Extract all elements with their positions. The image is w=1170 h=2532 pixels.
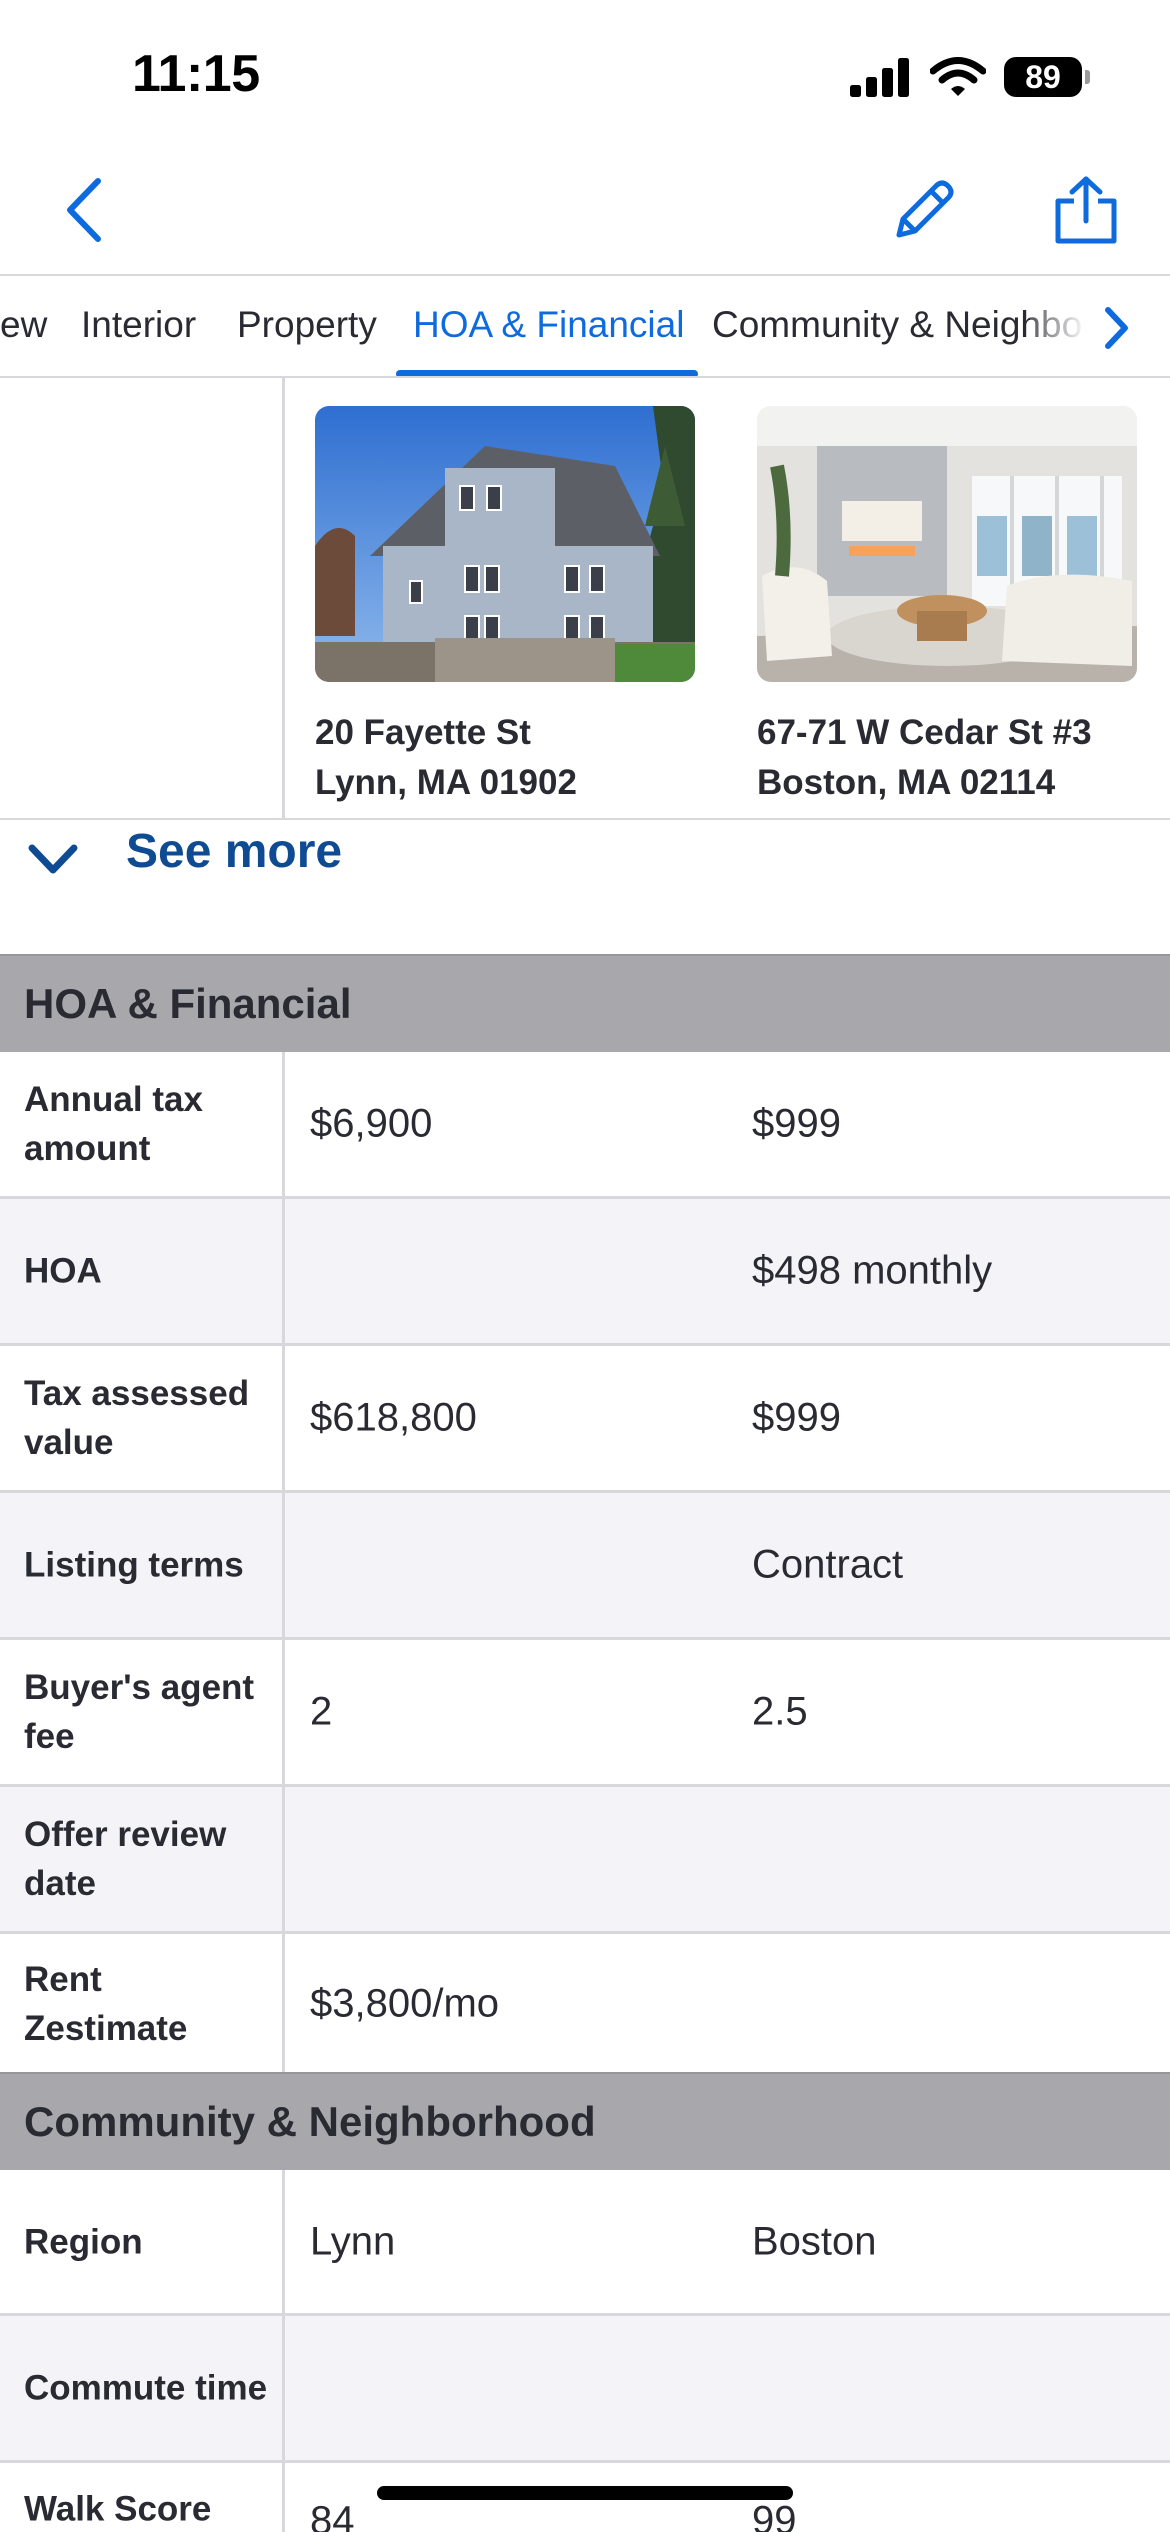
- row-label: Commute time: [24, 2368, 268, 2408]
- section-header-hoa-financial: HOA & Financial: [0, 954, 1170, 1052]
- see-more-label: See more: [126, 825, 343, 878]
- back-button[interactable]: [44, 170, 124, 250]
- row-label: Rent Zestimate: [24, 1959, 188, 2048]
- section-header-community-neighborhood: Community & Neighborhood: [0, 2072, 1170, 2170]
- row-label: Offer review date: [24, 1815, 227, 1903]
- battery-level: 89: [1004, 57, 1082, 97]
- table-row: Tax assessed value $618,800 $999: [0, 1346, 1170, 1493]
- row-label: Region: [24, 2222, 143, 2261]
- navigation-bar: [0, 150, 1170, 274]
- table-row: Rent Zestimate $3,800/mo: [0, 1934, 1170, 2076]
- section-title: HOA & Financial: [24, 980, 352, 1027]
- table-row: Region Lynn Boston: [0, 2170, 1170, 2316]
- active-tab-indicator: [396, 370, 698, 376]
- table-row: Listing terms Contract: [0, 1493, 1170, 1640]
- home-card[interactable]: 20 Fayette St Lynn, MA 01902: [315, 406, 695, 808]
- tabs-next-button[interactable]: [1086, 298, 1146, 358]
- house-exterior-photo: [315, 406, 695, 682]
- row-value-home-1: 84: [310, 2498, 355, 2532]
- row-value-home-1: $3,800/mo: [310, 1981, 500, 2025]
- status-time: 11:15: [132, 45, 260, 103]
- table-row: Commute time: [0, 2316, 1170, 2463]
- home-indicator[interactable]: [377, 2486, 793, 2500]
- section-title: Community & Neighborhood: [24, 2098, 596, 2145]
- living-room-photo: [757, 406, 1137, 682]
- home-address: 20 Fayette St Lynn, MA 01902: [315, 713, 577, 802]
- see-more-button[interactable]: See more: [0, 820, 1170, 954]
- chevron-left-icon: [67, 178, 101, 242]
- share-icon: [1055, 176, 1117, 244]
- row-value-home-2: $999: [752, 1395, 841, 1440]
- row-value-home-2: Boston: [752, 2219, 877, 2263]
- table-row: Buyer's agent fee 2 2.5: [0, 1640, 1170, 1787]
- tab-interior[interactable]: Interior: [81, 304, 196, 346]
- home-address: 67-71 W Cedar St #3 Boston, MA 02114: [757, 713, 1092, 802]
- row-label: Listing terms: [24, 1545, 244, 1585]
- row-value-home-1: 2: [310, 1689, 333, 1734]
- tab-overview[interactable]: ew: [0, 304, 47, 346]
- wifi-icon: [930, 57, 986, 96]
- row-value-home-2: 2.5: [752, 1689, 808, 1734]
- battery-indicator: 89: [1004, 57, 1090, 97]
- pencil-icon: [896, 180, 954, 238]
- row-label: Buyer's agent fee: [24, 1668, 255, 1756]
- table-row: Offer review date: [0, 1787, 1170, 1934]
- home-card[interactable]: 67-71 W Cedar St #3 Boston, MA 02114: [757, 406, 1137, 808]
- row-value-home-2: $498 monthly: [752, 1248, 993, 1293]
- row-value-home-1: Lynn: [310, 2219, 396, 2263]
- tab-property[interactable]: Property: [237, 304, 377, 346]
- row-value-home-1: $618,800: [310, 1395, 477, 1440]
- row-value-home-1: $6,900: [310, 1101, 433, 1146]
- section-tabs: ew Interior Property HOA & Financial Com…: [0, 274, 1170, 378]
- chevron-down-icon: [28, 844, 78, 874]
- share-button[interactable]: [1046, 170, 1126, 250]
- row-label: Annual tax amount: [24, 1080, 203, 1168]
- row-label: Tax assessed value: [24, 1374, 250, 1462]
- tab-hoa-financial[interactable]: HOA & Financial: [413, 304, 684, 346]
- compared-homes: 20 Fayette St Lynn, MA 01902 67-71 W Ced…: [0, 378, 1170, 820]
- cellular-signal-icon: [850, 58, 909, 97]
- row-label: HOA: [24, 1251, 102, 1291]
- status-bar: 11:15 89: [0, 0, 1170, 150]
- row-value-home-2: $999: [752, 1101, 841, 1146]
- row-value-home-2: Contract: [752, 1542, 904, 1587]
- status-icons: 89: [850, 56, 1090, 98]
- table-row: Annual tax amount $6,900 $999: [0, 1052, 1170, 1199]
- row-value-home-2: 99: [752, 2498, 797, 2532]
- row-label: Walk Score: [24, 2489, 212, 2529]
- edit-button[interactable]: [884, 170, 964, 250]
- table-row: HOA $498 monthly: [0, 1199, 1170, 1346]
- chevron-right-icon: [1105, 307, 1128, 349]
